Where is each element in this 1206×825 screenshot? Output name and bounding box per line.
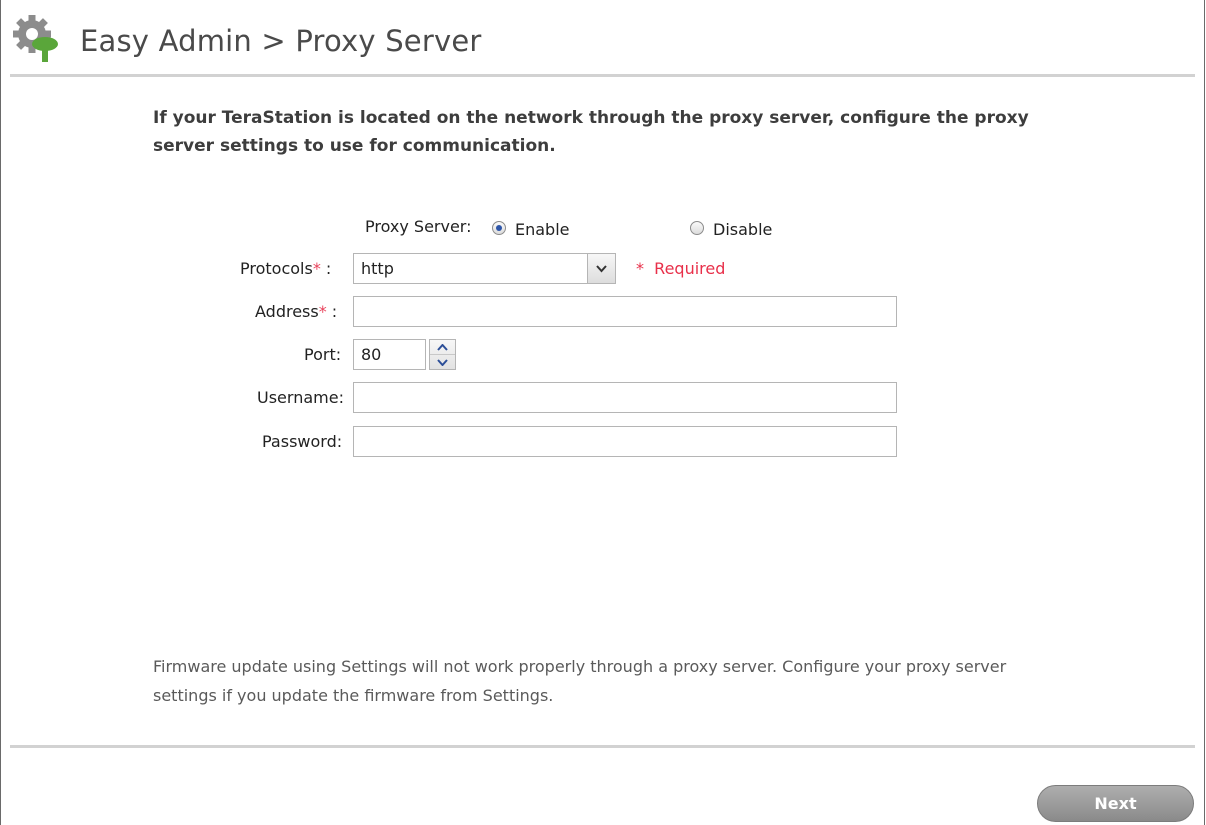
required-note: * Required	[636, 259, 725, 278]
required-note-star: *	[636, 259, 644, 278]
address-label-text: Address	[255, 302, 319, 321]
chevron-down-icon[interactable]	[587, 254, 615, 283]
disable-label[interactable]: Disable	[713, 220, 772, 239]
protocols-select-value: http	[361, 259, 394, 278]
port-input[interactable]: 80	[353, 339, 426, 370]
next-button[interactable]: Next	[1037, 785, 1194, 822]
protocols-label: Protocols* :	[240, 259, 332, 278]
intro-text: If your TeraStation is located on the ne…	[153, 108, 1029, 156]
firmware-note: Firmware update using Settings will not …	[153, 657, 1007, 705]
port-label: Port:	[304, 345, 342, 364]
username-input[interactable]	[353, 382, 897, 413]
username-label: Username:	[257, 388, 344, 407]
enable-radio[interactable]	[492, 221, 506, 235]
required-note-text: Required	[654, 259, 726, 278]
protocols-select[interactable]: http	[353, 253, 616, 284]
chevron-down-icon[interactable]	[430, 354, 455, 369]
chevron-up-icon[interactable]	[430, 340, 455, 354]
header-divider	[10, 74, 1195, 77]
address-required-star: *	[318, 302, 327, 321]
enable-label[interactable]: Enable	[515, 220, 570, 239]
password-label: Password:	[262, 432, 343, 451]
address-input[interactable]	[353, 296, 897, 327]
address-label: Address* :	[255, 302, 338, 321]
proxy-server-label: Proxy Server:	[365, 217, 472, 236]
footer-divider	[10, 745, 1195, 748]
protocols-label-text: Protocols	[240, 259, 313, 278]
port-stepper[interactable]	[429, 339, 456, 370]
password-input[interactable]	[353, 426, 897, 457]
page-title: Easy Admin > Proxy Server	[80, 24, 482, 58]
disable-radio[interactable]	[690, 221, 704, 235]
gear-tree-icon	[13, 15, 58, 62]
protocols-required-star: *	[312, 259, 321, 278]
